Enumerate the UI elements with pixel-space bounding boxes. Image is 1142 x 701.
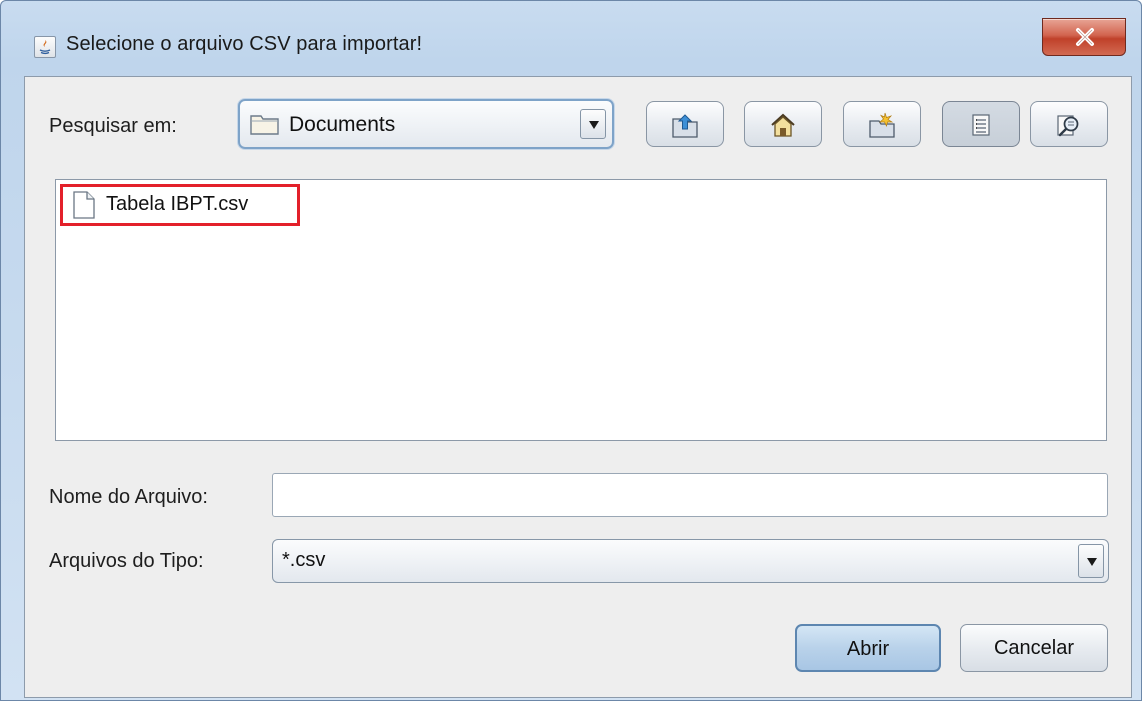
look-in-value: Documents (289, 113, 396, 136)
close-icon (1076, 28, 1094, 46)
file-name-label: Nome do Arquivo: (49, 486, 208, 508)
open-button[interactable]: Abrir (795, 624, 941, 672)
title-bar[interactable]: Selecione o arquivo CSV para importar! (0, 0, 1142, 78)
file-type-dropdown-button[interactable] (1078, 544, 1104, 578)
file-name-input[interactable] (272, 473, 1108, 517)
close-button[interactable] (1042, 18, 1126, 56)
file-type-combobox[interactable]: *.csv (272, 539, 1109, 583)
window-title: Selecione o arquivo CSV para importar! (66, 33, 423, 55)
file-type-label: Arquivos do Tipo: (49, 550, 204, 572)
java-app-icon (34, 36, 56, 58)
list-view-button[interactable] (942, 101, 1020, 147)
chevron-down-icon (589, 121, 599, 129)
new-folder-button[interactable] (843, 101, 921, 147)
home-button[interactable] (744, 101, 822, 147)
details-view-icon (1057, 115, 1079, 137)
file-type-value: *.csv (282, 549, 326, 571)
file-list-item[interactable]: Tabela IBPT.csv (60, 184, 300, 226)
folder-icon (250, 115, 279, 135)
list-view-icon (972, 114, 990, 136)
file-name: Tabela IBPT.csv (106, 193, 249, 215)
chevron-down-icon (1087, 558, 1097, 566)
look-in-label: Pesquisar em: (49, 115, 177, 137)
details-view-button[interactable] (1030, 101, 1108, 147)
folder-up-icon (672, 114, 698, 138)
file-icon (73, 191, 95, 219)
up-one-level-button[interactable] (646, 101, 724, 147)
file-chooser-window: Selecione o arquivo CSV para importar! P… (0, 0, 1142, 701)
dialog-content: Pesquisar em: Documents Tabela IBPT.csv … (24, 76, 1132, 698)
cancel-button[interactable]: Cancelar (960, 624, 1108, 672)
home-icon (771, 113, 795, 137)
look-in-dropdown-button[interactable] (580, 109, 606, 139)
new-folder-icon (869, 112, 895, 138)
look-in-combobox[interactable]: Documents (238, 99, 614, 149)
file-list[interactable]: Tabela IBPT.csv (55, 179, 1107, 441)
